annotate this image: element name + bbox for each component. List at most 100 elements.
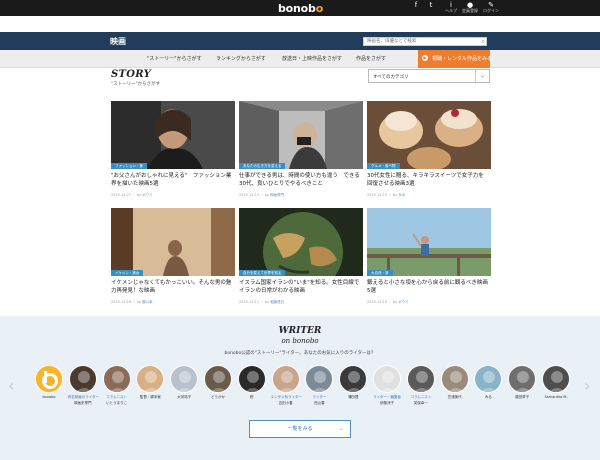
story-title-link[interactable]: 鍛えると小さな頃を心から戻る前に観るべき映画5選	[367, 279, 489, 295]
avatar[interactable]	[406, 365, 435, 393]
section-bar	[0, 32, 600, 50]
writer-name[interactable]: どうかか	[203, 395, 233, 399]
category-badge[interactable]: グルメ・食べ物	[367, 163, 400, 169]
writer-item[interactable]: エンタメ系ライター 吉田小春	[271, 365, 302, 405]
writer-name[interactable]: 映画史専門	[68, 401, 98, 405]
tab-ranking[interactable]: ランキングからさがす	[216, 55, 266, 62]
writer-item[interactable]: 藤田章子	[507, 365, 537, 399]
login-button[interactable]: ✎ ログイン	[480, 1, 502, 13]
avatar[interactable]	[102, 365, 131, 393]
avatar[interactable]	[305, 365, 334, 393]
writer-item[interactable]: bonobo	[34, 365, 64, 399]
writer-item[interactable]: 蒲田透	[338, 365, 368, 399]
avatar[interactable]	[136, 365, 165, 393]
story-title-link[interactable]: "お父さんがおしゃれに見える" ファッション業界を描いた映画5選	[111, 172, 233, 188]
writer-name[interactable]: いとうまりこ	[102, 401, 132, 405]
tab-story[interactable]: "ストーリー"からさがす	[147, 55, 202, 62]
avatar[interactable]	[35, 365, 63, 393]
avatar[interactable]	[170, 365, 199, 393]
writer-name[interactable]: Samantha M.	[541, 395, 571, 399]
category-badge[interactable]: あなたの生き方を変える	[239, 163, 286, 169]
writer-item[interactable]: 芝浦美代	[440, 365, 470, 399]
story-image[interactable]	[239, 101, 363, 169]
story-image[interactable]	[367, 208, 491, 276]
story-title: STORY	[111, 69, 152, 80]
story-meta: 2015.12.27 ・ by ボウミ	[111, 193, 153, 197]
avatar[interactable]	[339, 365, 368, 393]
story-title-link[interactable]: 30代女性に贈る、キラキラスイーツで女子力を回復させる映画3選	[367, 172, 489, 188]
story-title-link[interactable]: イスラム国家イランの"いま"を知る。女性目線でイランの日常がわかる映画	[239, 279, 361, 295]
avatar[interactable]	[373, 365, 401, 393]
story-meta: 2015.12.15 ・ by ボウミ	[367, 300, 409, 304]
all-writers-button[interactable]: 一覧をみる →	[249, 420, 351, 438]
writer-item[interactable]: Samantha M.	[541, 365, 571, 399]
author-link[interactable]: 鶴川幸	[142, 300, 153, 304]
story-title-link[interactable]: イケメンじゃなくてもかっこいい。そんな男の魅力再発見！な映画	[111, 279, 233, 295]
category-select[interactable]: すべてのカテゴリ ⌄	[368, 69, 490, 83]
bonobo-logo[interactable]: bonobo	[278, 2, 323, 15]
writer-item[interactable]: ライター 西山春	[304, 365, 334, 405]
writer-name[interactable]: 蒲田透	[338, 395, 368, 399]
search-icon[interactable]: ⌕	[482, 38, 485, 45]
avatar[interactable]	[237, 365, 266, 393]
author-link[interactable]: 稲葉悠日	[270, 300, 284, 304]
writer-item[interactable]: ライター・編集者 伊藤涼子	[372, 365, 402, 405]
author-link[interactable]: ボウミ	[398, 300, 409, 304]
carousel-prev-icon[interactable]: ‹	[8, 376, 14, 395]
play-icon: ▶	[422, 55, 428, 61]
category-badge[interactable]: ファッション・美	[111, 163, 147, 169]
writer-role: ライター	[312, 395, 327, 399]
writer-item[interactable]: 有名映画のライター 映画史専門	[67, 365, 100, 405]
author-link[interactable]: 映画専門	[270, 193, 284, 197]
writer-item[interactable]: 大河祐子	[169, 365, 199, 399]
category-badge[interactable]: 大自然・旅	[367, 270, 393, 276]
writer-name[interactable]: 監督・脚本家	[135, 395, 165, 399]
avatar[interactable]	[204, 365, 232, 393]
writer-name[interactable]: 芙保幸一	[406, 401, 436, 405]
author-link[interactable]: ボウミ	[142, 193, 153, 197]
story-title-link[interactable]: 仕事ができる男は、時間の使い方も違う できる30代、良いひとりでやるべきこと	[239, 172, 361, 188]
avatar[interactable]	[440, 365, 469, 393]
writer-name[interactable]: 伊藤涼子	[372, 401, 402, 405]
writer-item[interactable]: 稔	[237, 365, 267, 399]
avatar[interactable]	[474, 365, 503, 393]
writer-name[interactable]: 芝浦美代	[440, 395, 470, 399]
tab-works[interactable]: 作品をさがす	[356, 55, 386, 62]
story-image[interactable]	[111, 101, 235, 169]
register-button[interactable]: ● 会員登録	[459, 1, 481, 13]
writer-name[interactable]: 大河祐子	[169, 395, 199, 399]
category-badge[interactable]: イケメン・美女	[111, 270, 144, 276]
carousel-next-icon[interactable]: ›	[584, 376, 590, 395]
writer-description: bonobo公認の"ストーリー"ライター。あなたのお気に入りのライターは？	[224, 351, 376, 356]
story-image[interactable]	[111, 208, 235, 276]
writer-name[interactable]: 稔	[237, 395, 267, 399]
story-image[interactable]	[367, 101, 491, 169]
category-badge[interactable]: 自分を変えて世界を知る	[239, 270, 286, 276]
avatar[interactable]	[542, 365, 570, 393]
writer-name[interactable]: 吉田小春	[271, 401, 301, 405]
story-meta: 2015.12.11 ・ by 稲葉悠日	[239, 300, 285, 304]
writer-name[interactable]: bonobo	[34, 395, 64, 399]
tab-schedule[interactable]: 放送日・上映作品をさがす	[282, 55, 342, 62]
avatar[interactable]	[508, 365, 537, 393]
writer-name[interactable]: みる	[473, 395, 503, 399]
writer-item[interactable]: コラムニスト いとうまりこ	[102, 365, 132, 405]
writer-item[interactable]: みる	[473, 365, 503, 399]
author-link[interactable]: タボ	[398, 193, 405, 197]
writer-item[interactable]: コラムニスト 芙保幸一	[406, 365, 436, 405]
avatar[interactable]	[271, 365, 300, 393]
search-input[interactable]	[364, 38, 476, 45]
writer-item[interactable]: 監督・脚本家	[135, 365, 165, 399]
story-meta: 2015.12.16 ・ by 鶴川幸	[111, 300, 153, 304]
writer-subtitle: on bonobo	[281, 337, 319, 345]
avatar[interactable]	[68, 365, 97, 393]
writer-name[interactable]: 西山春	[304, 401, 334, 405]
search-box[interactable]: ⌕	[363, 37, 487, 46]
writer-item[interactable]: どうかか	[203, 365, 233, 399]
twitter-icon[interactable]: t	[420, 1, 442, 9]
story-meta: 2015.12.13 ・ by 映画専門	[239, 193, 285, 197]
story-image[interactable]	[239, 208, 363, 276]
tab-watch-rental[interactable]: ▶ 視聴・レンタル作品をみる	[418, 50, 492, 68]
writer-role: 有名映画のライター	[67, 395, 100, 399]
writer-name[interactable]: 藤田章子	[507, 395, 537, 399]
